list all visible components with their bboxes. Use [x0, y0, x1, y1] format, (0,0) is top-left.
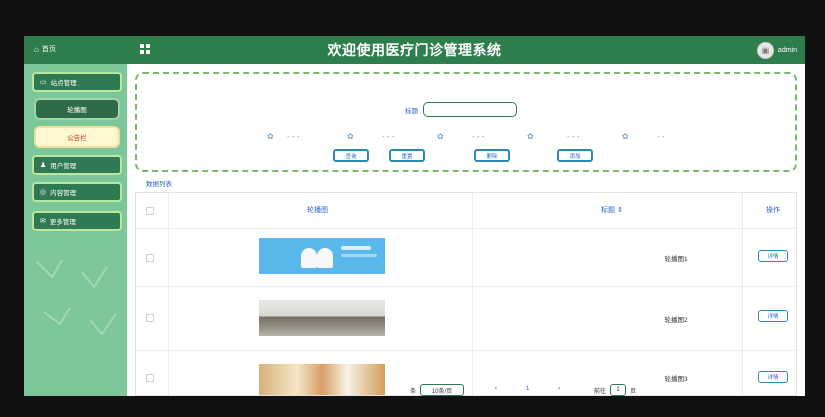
- sidebar-subitem-label: 公告栏: [67, 135, 87, 142]
- carousel-image: [259, 300, 385, 336]
- app-window: ⌂ 首页 欢迎使用医疗门诊管理系统 ▣ admin ▭ 站点管理 轮播图 公告栏…: [24, 36, 805, 396]
- header-image: 轮播图: [307, 207, 328, 214]
- sidebar-item-site-management[interactable]: ▭ 站点管理: [32, 72, 122, 92]
- row-title: 轮播图3: [664, 376, 688, 383]
- avatar: ▣: [756, 42, 774, 59]
- header-actions: 操作: [766, 207, 780, 214]
- sidebar-subitem-carousel[interactable]: 轮播图: [34, 98, 120, 120]
- target-icon: ◎: [40, 189, 47, 196]
- sidebar-item-more-management[interactable]: ✉ 更多管理: [32, 211, 122, 231]
- search-panel: 标题 ✿ - - - ✿ - - - ✿ - - - ✿ - - - ✿ - - 查询 重…: [135, 72, 797, 172]
- user-menu[interactable]: ▣ admin: [756, 42, 797, 59]
- prev-page-button[interactable]: ‹: [495, 386, 497, 392]
- username: admin: [777, 47, 797, 54]
- row-title: 轮播图2: [664, 317, 688, 324]
- detail-button[interactable]: 详情: [758, 250, 788, 262]
- goto-suffix: 页: [630, 389, 637, 395]
- row-title: 轮播图1: [664, 256, 688, 263]
- next-page-button[interactable]: ›: [558, 386, 560, 392]
- user-icon: ♟: [40, 162, 47, 169]
- sidebar-item-content-management[interactable]: ◎ 内容管理: [32, 182, 122, 202]
- select-all-checkbox[interactable]: [146, 207, 154, 215]
- chat-icon: ✉: [40, 218, 46, 225]
- query-button[interactable]: 查询: [333, 149, 369, 162]
- sidebar-item-label: 站点管理: [50, 80, 77, 87]
- reset-button[interactable]: 重置: [389, 149, 425, 162]
- monitor-icon: ▭: [40, 79, 47, 86]
- sidebar: ▭ 站点管理 轮播图 公告栏 ♟ 用户管理 ◎ 内容管理 ✉ 更多管理: [24, 64, 127, 396]
- sidebar-item-label: 内容管理: [50, 190, 77, 197]
- table-row: 轮播图2 详情: [136, 286, 796, 351]
- system-title: 欢迎使用医疗门诊管理系统: [327, 43, 502, 59]
- header-bar: ⌂ 首页 欢迎使用医疗门诊管理系统 ▣ admin: [24, 36, 805, 64]
- sidebar-item-label: 用户管理: [50, 163, 77, 170]
- decorative-flowers: ✿ - - - ✿ - - - ✿ - - - ✿ - - - ✿ - -: [267, 132, 665, 141]
- carousel-image: [259, 238, 385, 274]
- page-size-select[interactable]: 10条/页: [420, 384, 464, 396]
- detail-button[interactable]: 详情: [758, 310, 788, 322]
- row-checkbox[interactable]: [146, 374, 154, 382]
- data-list-title: 数据列表: [146, 181, 172, 188]
- pagination: 条 10条/页 ‹ 1 › 前往 1 页: [350, 384, 790, 396]
- detail-button[interactable]: 详情: [758, 371, 788, 383]
- title-search-input[interactable]: [423, 102, 517, 117]
- sidebar-decoration: [36, 259, 117, 336]
- goto-label: 前往: [594, 389, 607, 395]
- sidebar-subitem-notice[interactable]: 公告栏: [34, 126, 120, 148]
- table-header: 轮播图 标题 ⇕ 操作: [136, 193, 796, 229]
- sidebar-subitem-label: 轮播图: [67, 107, 87, 114]
- goto-page-input[interactable]: 1: [610, 384, 626, 396]
- row-checkbox[interactable]: [146, 254, 154, 262]
- main-content: 标题 ✿ - - - ✿ - - - ✿ - - - ✿ - - - ✿ - - 查询 重…: [127, 64, 805, 396]
- sidebar-item-label: 更多管理: [49, 219, 76, 226]
- data-table: 轮播图 标题 ⇕ 操作 轮播图1 详情 轮播图2 详情 轮播图3 详情: [135, 192, 797, 396]
- pagination-items-label: 条: [410, 389, 417, 395]
- search-row: 标题: [405, 102, 517, 117]
- add-button[interactable]: 添加: [557, 149, 593, 162]
- page-number[interactable]: 1: [526, 386, 529, 392]
- header-title[interactable]: 标题 ⇕: [601, 205, 623, 215]
- row-checkbox[interactable]: [146, 314, 154, 322]
- search-label: 标题: [405, 107, 418, 115]
- delete-button[interactable]: 删除: [474, 149, 510, 162]
- sidebar-item-user-management[interactable]: ♟ 用户管理: [32, 155, 122, 175]
- table-row: 轮播图1 详情: [136, 228, 796, 287]
